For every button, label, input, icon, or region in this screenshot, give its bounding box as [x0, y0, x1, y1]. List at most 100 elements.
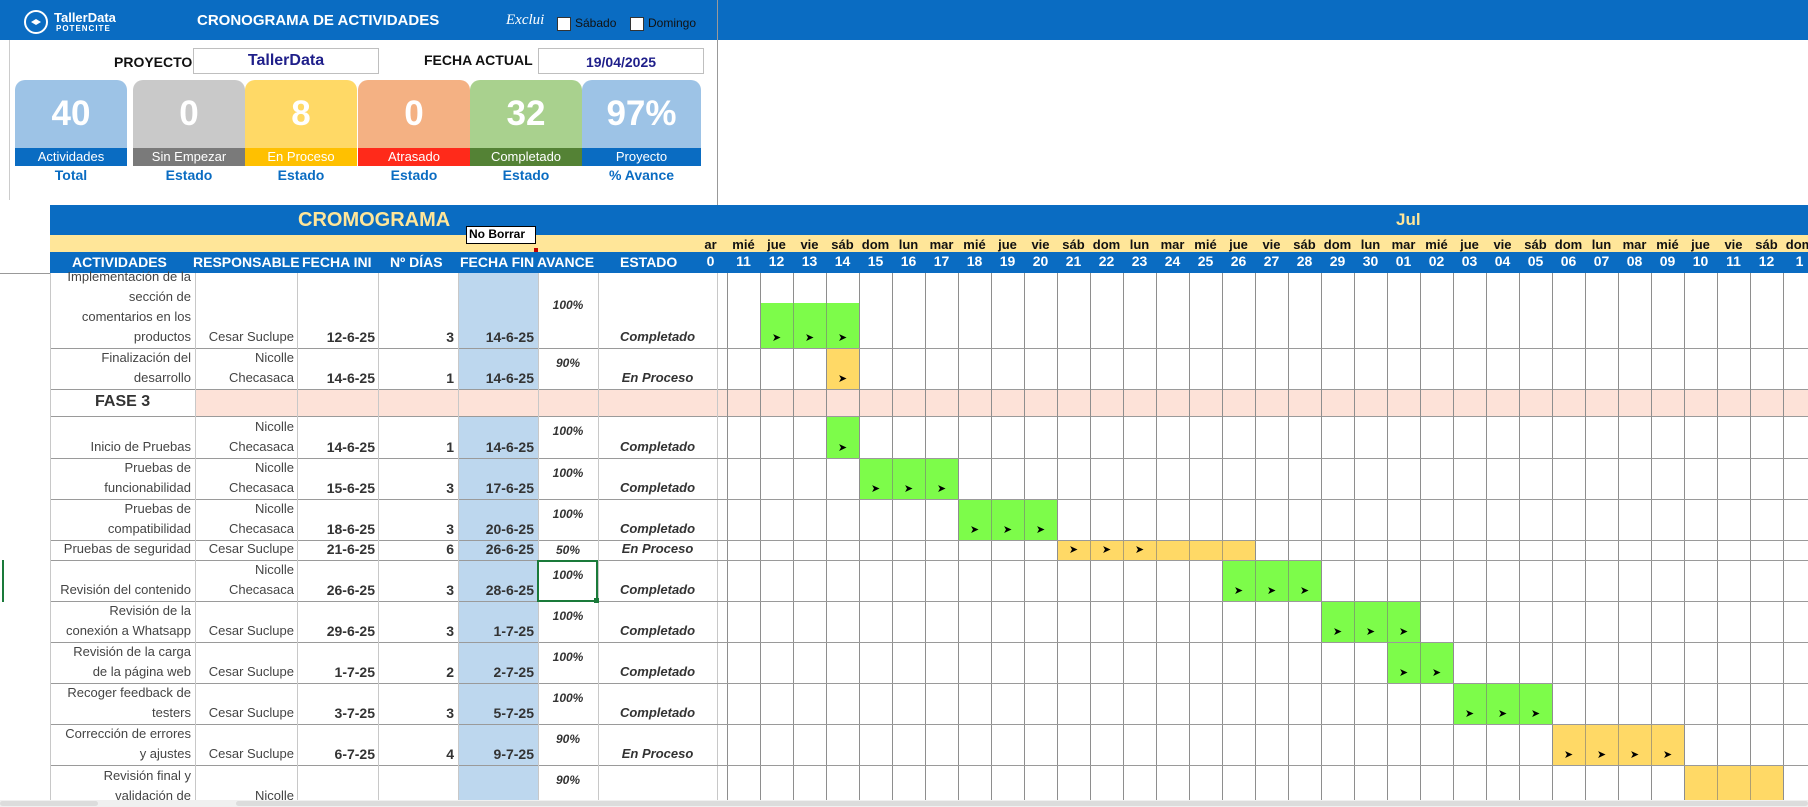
fecha-ini-cell[interactable]: 14-6-25: [297, 368, 375, 388]
avance-cell[interactable]: 100%: [538, 295, 598, 315]
estado-cell[interactable]: Completado: [598, 662, 717, 682]
estado-cell[interactable]: Completado: [598, 703, 717, 723]
scrollbar-thumb-left[interactable]: [0, 801, 98, 806]
fecha-ini-cell[interactable]: 1-7-25: [297, 662, 375, 682]
estado-cell[interactable]: En Proceso: [598, 744, 717, 764]
avance-cell[interactable]: 90%: [538, 353, 598, 373]
activity-name[interactable]: Revisión del contenido: [50, 580, 191, 600]
activity-name[interactable]: Revisión final y: [50, 766, 191, 786]
estado-cell[interactable]: En Proceso: [598, 368, 717, 388]
fecha-fin-cell[interactable]: 26-6-25: [458, 539, 534, 559]
responsable-name[interactable]: Checasaca: [195, 368, 294, 388]
avance-cell[interactable]: 100%: [538, 647, 598, 667]
responsable-name[interactable]: Nicolle: [195, 458, 294, 478]
activity-name[interactable]: Revisión de la carga: [50, 642, 191, 662]
num-dias-cell[interactable]: 3: [378, 519, 454, 539]
responsable-name[interactable]: Cesar Suclupe: [195, 621, 294, 641]
fecha-ini-cell[interactable]: 12-6-25: [297, 327, 375, 347]
avance-cell[interactable]: 100%: [538, 606, 598, 626]
num-dias-cell[interactable]: 1: [378, 368, 454, 388]
responsable-name[interactable]: Cesar Suclupe: [195, 744, 294, 764]
avance-cell[interactable]: 50%: [538, 540, 598, 560]
avance-cell[interactable]: 100%: [538, 688, 598, 708]
avance-cell[interactable]: 100%: [538, 463, 598, 483]
responsable-name[interactable]: Nicolle: [195, 417, 294, 437]
estado-cell[interactable]: En Proceso: [598, 539, 717, 559]
avance-cell[interactable]: 90%: [538, 729, 598, 749]
num-dias-cell[interactable]: 3: [378, 621, 454, 641]
activity-name[interactable]: desarrollo: [50, 368, 191, 388]
fecha-fin-cell[interactable]: 1-7-25: [458, 621, 534, 641]
fecha-ini-cell[interactable]: 21-6-25: [297, 539, 375, 559]
scrollbar-thumb[interactable]: [236, 801, 1808, 806]
selected-cell[interactable]: [537, 560, 598, 602]
domingo-checkbox[interactable]: [630, 17, 644, 31]
estado-cell[interactable]: Completado: [598, 580, 717, 600]
activity-name[interactable]: y ajustes: [50, 744, 191, 764]
activity-name[interactable]: Pruebas de: [50, 499, 192, 519]
activity-name[interactable]: Corrección de errores: [50, 724, 191, 744]
avance-cell[interactable]: 90%: [538, 770, 598, 790]
activity-name[interactable]: Finalización del: [50, 348, 191, 368]
avance-cell[interactable]: 100%: [538, 421, 598, 441]
fill-handle[interactable]: [594, 598, 599, 603]
num-dias-cell[interactable]: 3: [378, 327, 454, 347]
responsable-name[interactable]: Nicolle: [195, 560, 294, 580]
fecha-fin-cell[interactable]: 2-7-25: [458, 662, 534, 682]
fecha-fin-cell[interactable]: 14-6-25: [458, 368, 534, 388]
estado-cell[interactable]: Completado: [598, 519, 717, 539]
fecha-ini-cell[interactable]: 6-7-25: [297, 744, 375, 764]
activity-name[interactable]: compatibilidad: [50, 519, 191, 539]
activity-name[interactable]: Recoger feedback de: [50, 683, 191, 703]
responsable-name[interactable]: Cesar Suclupe: [195, 662, 294, 682]
fecha-fin-cell[interactable]: 28-6-25: [458, 580, 534, 600]
activity-name[interactable]: funcionabilidad: [50, 478, 191, 498]
activity-name[interactable]: sección de: [50, 287, 191, 307]
responsable-name[interactable]: Cesar Suclupe: [195, 539, 294, 559]
responsable-name[interactable]: Nicolle: [195, 348, 294, 368]
fecha-ini-cell[interactable]: 26-6-25: [297, 580, 375, 600]
fecha-ini-cell[interactable]: 29-6-25: [297, 621, 375, 641]
activity-name[interactable]: Revisión de la: [50, 601, 191, 621]
activity-name[interactable]: comentarios en los: [50, 307, 191, 327]
fecha-fin-cell[interactable]: 9-7-25: [458, 744, 534, 764]
activity-name[interactable]: productos: [50, 327, 191, 347]
num-dias-cell[interactable]: 3: [378, 580, 454, 600]
activity-name[interactable]: Pruebas de: [50, 458, 192, 478]
sabado-checkbox[interactable]: [557, 17, 571, 31]
num-dias-cell[interactable]: 4: [378, 744, 454, 764]
fecha-actual-field[interactable]: 19/04/2025: [538, 48, 704, 74]
activity-name[interactable]: Inicio de Pruebas: [50, 437, 191, 457]
fecha-ini-cell[interactable]: 15-6-25: [297, 478, 375, 498]
estado-cell[interactable]: Completado: [598, 478, 717, 498]
fecha-fin-cell[interactable]: 5-7-25: [458, 703, 534, 723]
estado-cell[interactable]: Completado: [598, 437, 717, 457]
responsable-name[interactable]: Checasaca: [195, 478, 294, 498]
fecha-ini-cell[interactable]: 3-7-25: [297, 703, 375, 723]
fecha-fin-cell[interactable]: 14-6-25: [458, 437, 534, 457]
fecha-fin-cell[interactable]: 17-6-25: [458, 478, 534, 498]
activity-name[interactable]: conexión a Whatsapp: [50, 621, 191, 641]
responsable-name[interactable]: Checasaca: [195, 437, 294, 457]
num-dias-cell[interactable]: 2: [378, 662, 454, 682]
responsable-name[interactable]: Cesar Suclupe: [195, 327, 294, 347]
num-dias-cell[interactable]: 3: [378, 703, 454, 723]
fecha-fin-cell[interactable]: 20-6-25: [458, 519, 534, 539]
fecha-ini-cell[interactable]: 14-6-25: [297, 437, 375, 457]
responsable-name[interactable]: Cesar Suclupe: [195, 703, 294, 723]
activity-name[interactable]: testers: [50, 703, 191, 723]
responsable-name[interactable]: Checasaca: [195, 580, 294, 600]
estado-cell[interactable]: Completado: [598, 327, 717, 347]
fecha-fin-cell[interactable]: 14-6-25: [458, 327, 534, 347]
proyecto-field[interactable]: TallerData: [193, 48, 379, 74]
num-dias-cell[interactable]: 6: [378, 539, 454, 559]
activity-name[interactable]: de la página web: [50, 662, 191, 682]
fecha-ini-cell[interactable]: 18-6-25: [297, 519, 375, 539]
num-dias-cell[interactable]: 3: [378, 478, 454, 498]
responsable-name[interactable]: Nicolle: [195, 499, 294, 519]
responsable-name[interactable]: Checasaca: [195, 519, 294, 539]
activity-name[interactable]: Pruebas de seguridad: [50, 539, 191, 559]
activity-name[interactable]: Implementación de la: [50, 267, 191, 287]
num-dias-cell[interactable]: 1: [378, 437, 454, 457]
estado-cell[interactable]: Completado: [598, 621, 717, 641]
